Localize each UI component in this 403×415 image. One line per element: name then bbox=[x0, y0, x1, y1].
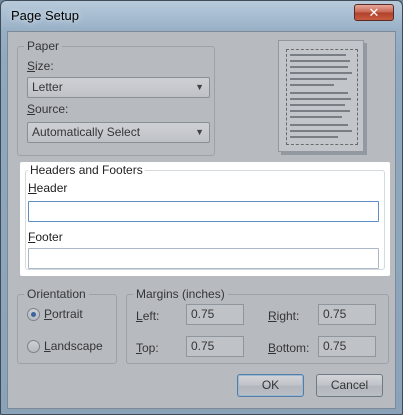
landscape-radio[interactable] bbox=[27, 340, 40, 353]
top-margin-label: Top: bbox=[136, 341, 159, 355]
ok-button[interactable]: OK bbox=[237, 374, 304, 397]
close-icon: ✕ bbox=[368, 5, 380, 20]
orientation-legend: Orientation bbox=[24, 287, 89, 301]
right-margin-input[interactable]: 0.75 bbox=[318, 304, 376, 325]
footer-label: Footer bbox=[28, 230, 63, 244]
right-margin-label: Right: bbox=[268, 309, 300, 323]
size-label: Size: bbox=[27, 59, 54, 73]
headers-footers-highlight: Headers and Footers Header Footer bbox=[20, 162, 390, 276]
left-margin-value: 0.75 bbox=[191, 307, 215, 321]
left-margin-label: Left: bbox=[136, 309, 160, 323]
source-label: Source: bbox=[27, 102, 69, 116]
top-margin-value: 0.75 bbox=[191, 339, 215, 353]
bottom-margin-label: Bottom: bbox=[268, 341, 310, 355]
source-select[interactable]: Automatically Select ▼ bbox=[27, 122, 210, 143]
headers-footers-legend: Headers and Footers bbox=[28, 163, 145, 177]
window-title: Page Setup bbox=[11, 8, 79, 23]
portrait-radio[interactable] bbox=[27, 308, 40, 321]
close-button[interactable]: ✕ bbox=[354, 4, 394, 21]
left-margin-input[interactable]: 0.75 bbox=[186, 304, 244, 325]
landscape-label[interactable]: Landscape bbox=[44, 339, 103, 353]
bottom-margin-value: 0.75 bbox=[323, 339, 347, 353]
page-setup-window: Page Setup ✕ Paper Size: Letter ▼ Source… bbox=[0, 0, 403, 415]
radio-selected-dot bbox=[31, 312, 36, 317]
header-input[interactable] bbox=[28, 201, 379, 222]
orientation-group: Orientation bbox=[17, 287, 117, 364]
right-margin-value: 0.75 bbox=[323, 307, 347, 321]
bottom-margin-input[interactable]: 0.75 bbox=[318, 336, 376, 357]
chevron-down-icon: ▼ bbox=[195, 82, 204, 92]
chevron-down-icon: ▼ bbox=[195, 127, 204, 137]
size-select-value: Letter bbox=[32, 80, 63, 94]
page-preview bbox=[278, 40, 364, 152]
header-label: Header bbox=[28, 181, 68, 195]
preview-text-area bbox=[286, 49, 358, 145]
size-select[interactable]: Letter ▼ bbox=[27, 77, 210, 98]
cancel-button[interactable]: Cancel bbox=[316, 374, 383, 397]
footer-input[interactable] bbox=[28, 248, 379, 269]
title-bar[interactable]: Page Setup ✕ bbox=[1, 1, 402, 31]
portrait-label[interactable]: Portrait bbox=[44, 307, 83, 321]
dialog-body: Paper Size: Letter ▼ Source: Automatical… bbox=[7, 31, 396, 409]
margins-legend: Margins (inches) bbox=[133, 287, 228, 301]
paper-legend: Paper bbox=[24, 39, 63, 53]
top-margin-input[interactable]: 0.75 bbox=[186, 336, 244, 357]
source-select-value: Automatically Select bbox=[32, 125, 141, 139]
